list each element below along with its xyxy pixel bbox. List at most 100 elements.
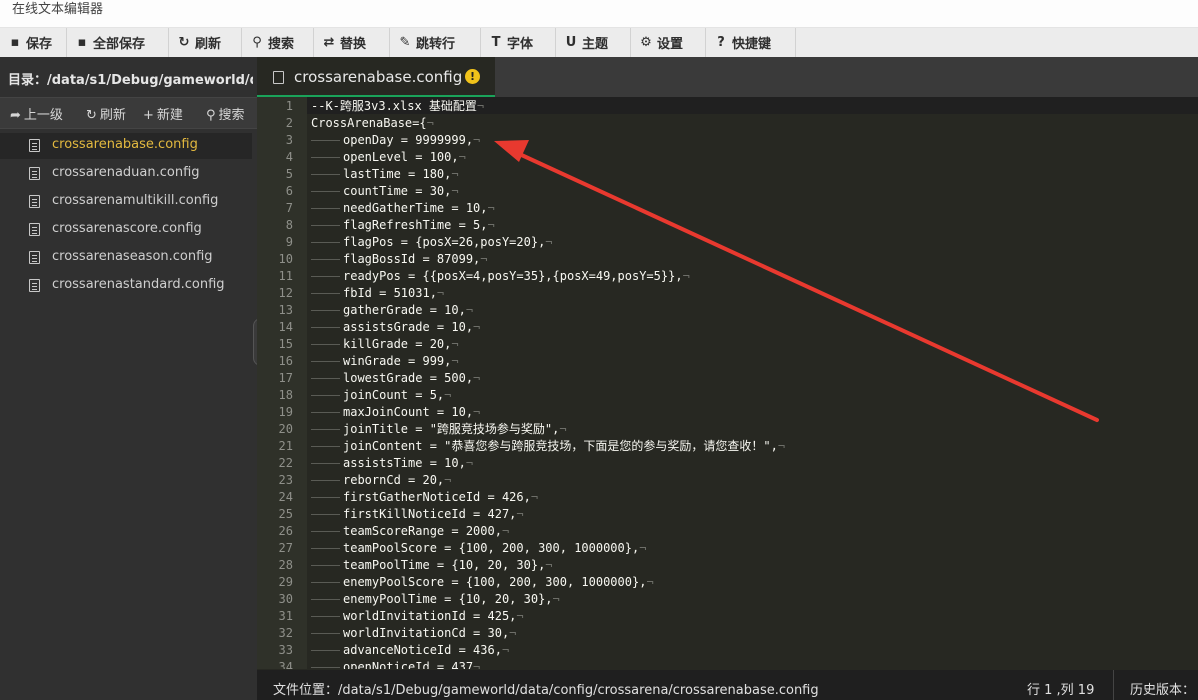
code-text: advanceNoticeId = 436, — [343, 643, 502, 657]
file-sidebar: 目录：/data/s1/Debug/gameworld/dat... ➦上一级 ↻… — [0, 57, 257, 700]
toolbar-label: 字体 — [507, 37, 534, 52]
file-icon — [29, 223, 40, 236]
code-line: maxJoinCount = 10,¬ — [311, 404, 480, 421]
goto-line-button[interactable]: ✎ 跳转行 — [390, 28, 481, 57]
cursor-position: 行 1 ,列 19 — [1027, 683, 1095, 698]
refresh-button[interactable]: ↻ 刷新 — [169, 28, 242, 57]
code-line: rebornCd = 20,¬ — [311, 472, 451, 489]
file-icon — [29, 195, 40, 208]
code-text: enemyPoolScore = {100, 200, 300, 1000000… — [343, 575, 647, 589]
line-number: 2 — [285, 116, 293, 130]
settings-button[interactable]: ⚙ 设置 — [631, 28, 706, 57]
code-text: openDay = 9999999, — [343, 133, 474, 147]
save-all-button[interactable]: ▪ 全部保存 — [67, 28, 169, 57]
code-line: readyPos = {{posX=4,posY=35},{posX=49,po… — [311, 268, 690, 285]
up-level-button[interactable]: ➦ 上一级 — [10, 104, 63, 123]
file-item[interactable]: crossarenaduan.config — [0, 161, 252, 187]
indent-guide — [311, 276, 340, 277]
toolbar-label: 快捷键 — [732, 37, 772, 52]
code-line: joinContent = "恭喜您参与跨服竞技场，下面是您的参与奖励，请您查收… — [311, 438, 785, 455]
code-line: firstKillNoticeId = 427,¬ — [311, 506, 524, 523]
line-number: 31 — [278, 609, 293, 623]
file-item[interactable]: crossarenabase.config — [0, 133, 252, 159]
line-number: 34 — [278, 660, 293, 669]
file-item[interactable]: crossarenaseason.config — [0, 245, 252, 271]
end-of-line-marker: ¬ — [646, 575, 654, 589]
new-file-button[interactable]: + 新建 — [143, 104, 183, 123]
end-of-line-marker: ¬ — [501, 643, 510, 657]
window-title: 在线文本编辑器 — [12, 2, 104, 17]
end-of-line-marker: ¬ — [465, 303, 474, 317]
toolbar-label: 跳转行 — [416, 37, 456, 52]
file-name: crossarenaseason.config — [52, 249, 213, 264]
code-text: assistsGrade = 10, — [343, 320, 474, 334]
code-line: lastTime = 180,¬ — [311, 166, 459, 183]
end-of-line-marker: ¬ — [559, 422, 567, 436]
replace-icon: ⇄ — [323, 35, 335, 50]
end-of-line-marker: ¬ — [473, 320, 481, 334]
end-of-line-marker: ¬ — [426, 116, 434, 130]
end-of-line-marker: ¬ — [451, 184, 459, 198]
indent-guide — [311, 582, 340, 583]
line-number: 1 — [285, 99, 293, 113]
code-line: killGrade = 20,¬ — [311, 336, 459, 353]
plus-icon: + — [143, 108, 154, 123]
end-of-line-marker: ¬ — [473, 371, 481, 385]
history-version[interactable]: 历史版本： — [1130, 679, 1195, 698]
code-text: CrossArenaBase={ — [311, 116, 427, 130]
line-number: 22 — [278, 456, 293, 470]
code-line: assistsGrade = 10,¬ — [311, 319, 480, 336]
search-icon: ⚲ — [252, 35, 262, 50]
indent-guide — [311, 157, 340, 158]
code-text: flagPos = {posX=26,posY=20}, — [343, 235, 546, 249]
theme-icon: U — [565, 35, 577, 50]
code-line: worldInvitationId = 425,¬ — [311, 608, 524, 625]
end-of-line-marker: ¬ — [444, 388, 452, 402]
indent-guide — [311, 395, 340, 396]
code-line: teamPoolScore = {100, 200, 300, 1000000}… — [311, 540, 646, 557]
code-text: assistsTime = 10, — [343, 456, 466, 470]
indent-guide — [311, 480, 340, 481]
font-button[interactable]: T 字体 — [481, 28, 556, 57]
end-of-line-marker: ¬ — [545, 558, 553, 572]
line-number: 29 — [278, 575, 293, 589]
file-item[interactable]: crossarenamultikill.config — [0, 189, 252, 215]
file-item[interactable]: crossarenascore.config — [0, 217, 252, 243]
end-of-line-marker: ¬ — [473, 405, 481, 419]
sidebar-search-button[interactable]: ⚲ 搜索 — [206, 104, 245, 123]
code-line: openLevel = 100,¬ — [311, 149, 466, 166]
end-of-line-marker: ¬ — [480, 252, 488, 266]
theme-button[interactable]: U 主题 — [556, 28, 631, 57]
code-line: --K-跨服3v3.xlsx 基础配置¬ — [311, 98, 484, 115]
indent-guide — [311, 514, 340, 515]
save-button[interactable]: ▪ 保存 — [0, 28, 67, 57]
code-text: gatherGrade = 10, — [343, 303, 466, 317]
code-text: worldInvitationId = 425, — [343, 609, 517, 623]
directory-path: 目录：/data/s1/Debug/gameworld/dat... — [8, 73, 253, 88]
indent-guide — [311, 412, 340, 413]
sidebar-refresh-button[interactable]: ↻ 刷新 — [86, 104, 126, 123]
code-text: teamPoolScore = {100, 200, 300, 1000000}… — [343, 541, 640, 555]
indent-guide — [311, 140, 340, 141]
file-item[interactable]: crossarenastandard.config — [0, 273, 252, 299]
window-title-bar: 在线文本编辑器 — [0, 0, 1198, 28]
indent-guide — [311, 497, 340, 498]
indent-guide — [311, 667, 340, 668]
file-name: crossarenastandard.config — [52, 277, 225, 292]
search-button[interactable]: ⚲ 搜索 — [242, 28, 314, 57]
end-of-line-marker: ¬ — [487, 201, 495, 215]
line-number: 23 — [278, 473, 293, 487]
tab-crossarenabase[interactable]: crossarenabase.config ! — [257, 57, 495, 97]
code-line: openNoticeId = 437¬ — [311, 659, 480, 669]
shortcuts-button[interactable]: ? 快捷键 — [706, 28, 796, 57]
line-number: 25 — [278, 507, 293, 521]
line-number: 26 — [278, 524, 293, 538]
help-icon: ? — [717, 35, 725, 50]
code-editor[interactable]: 1 2 3 4 5 6 7 8 9 10 11 12 13 14 15 16 17 18 19 20 21 22 23 24 2… — [257, 97, 1198, 669]
replace-button[interactable]: ⇄ 替换 — [314, 28, 390, 57]
line-number: 32 — [278, 626, 293, 640]
line-number: 18 — [278, 388, 293, 402]
line-number: 17 — [278, 371, 293, 385]
indent-guide — [311, 225, 340, 226]
search-icon: ⚲ — [206, 108, 216, 123]
